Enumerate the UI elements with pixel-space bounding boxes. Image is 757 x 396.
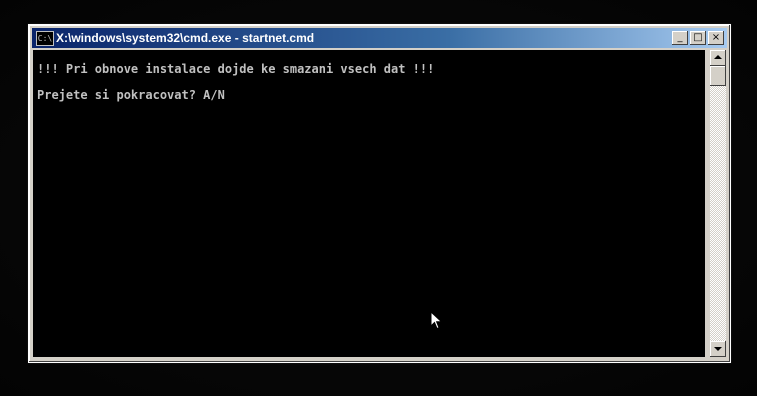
cmd-window[interactable]: C:\ X:\windows\system32\cmd.exe - startn… <box>28 24 731 363</box>
vertical-scrollbar[interactable] <box>710 50 726 357</box>
console-output[interactable]: !!! Pri obnove instalace dojde ke smazan… <box>33 50 705 357</box>
window-title: X:\windows\system32\cmd.exe - startnet.c… <box>56 31 315 45</box>
cmd-console-icon[interactable]: C:\ <box>36 31 54 46</box>
close-button[interactable]: × <box>708 31 724 45</box>
minimize-button[interactable]: _ <box>672 31 688 45</box>
mouse-pointer-icon <box>430 311 443 330</box>
title-bar[interactable]: C:\ X:\windows\system32\cmd.exe - startn… <box>32 28 727 48</box>
scroll-down-button[interactable] <box>710 341 726 357</box>
scroll-thumb[interactable] <box>710 66 726 86</box>
scroll-down-arrow-icon <box>714 347 722 351</box>
scroll-up-button[interactable] <box>710 50 726 66</box>
console-line-warning: !!! Pri obnove instalace dojde ke smazan… <box>37 62 435 76</box>
maximize-button[interactable]: □ <box>690 31 706 45</box>
console-line-prompt: Prejete si pokracovat? A/N <box>37 88 225 102</box>
scroll-up-arrow-icon <box>714 55 722 59</box>
window-controls: _ □ × <box>670 31 724 45</box>
